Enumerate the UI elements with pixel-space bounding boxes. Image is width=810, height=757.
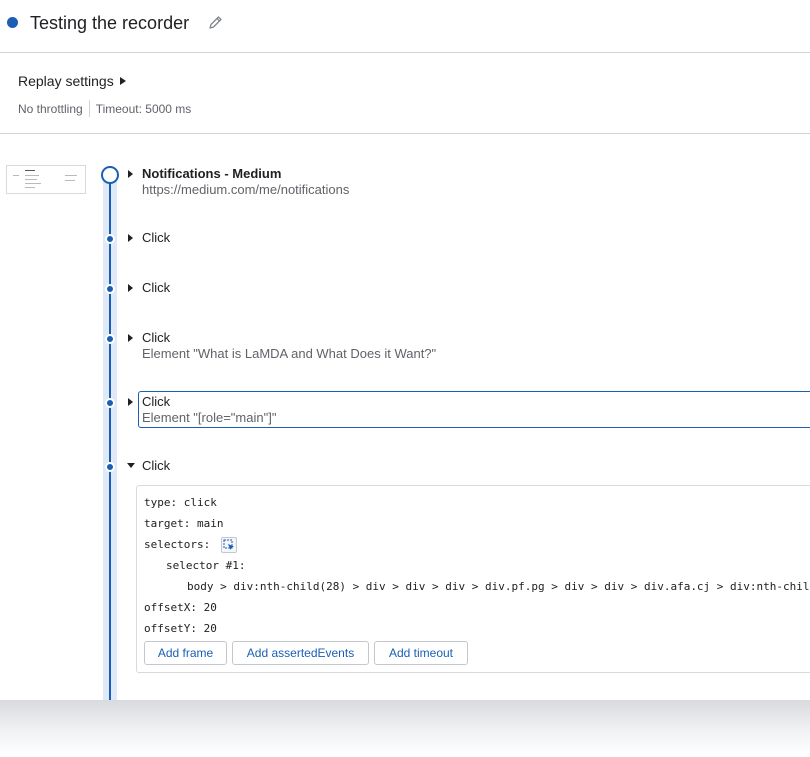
step-url: https://medium.com/me/notifications <box>142 182 350 197</box>
timeline-line <box>109 180 111 700</box>
offset-y-line[interactable]: offsetY: 20 <box>144 622 217 635</box>
step-title[interactable]: Click <box>142 394 170 409</box>
window-shadow <box>0 700 810 757</box>
step-element: Element "[role="main"]" <box>142 410 277 425</box>
triangle-right-icon <box>119 77 126 85</box>
recording-title: Testing the recorder <box>30 13 190 33</box>
add-asserted-events-button[interactable]: Add assertedEvents <box>232 641 369 665</box>
navigation-step-marker <box>101 166 119 184</box>
step-type-line[interactable]: type: click <box>144 496 217 509</box>
step-title[interactable]: Click <box>142 330 170 345</box>
throttling-value[interactable]: No throttling <box>18 102 83 116</box>
step-title[interactable]: Click <box>142 458 170 473</box>
timeout-value[interactable]: Timeout: 5000 ms <box>96 102 192 116</box>
step-marker <box>105 234 115 244</box>
replay-settings-section: Replay settings No throttling Timeout: 50… <box>0 53 810 134</box>
step-target-line[interactable]: target: main <box>144 517 223 530</box>
step-marker <box>105 284 115 294</box>
page-thumbnail <box>6 165 86 194</box>
recording-header: Testing the recorder <box>0 0 810 53</box>
expand-step-icon[interactable] <box>128 398 133 406</box>
expand-step-icon[interactable] <box>128 284 133 292</box>
replay-settings-toggle[interactable]: Replay settings <box>18 73 126 89</box>
step-title[interactable]: Notifications - Medium <box>142 166 281 181</box>
add-frame-button[interactable]: Add frame <box>144 641 227 665</box>
collapse-step-icon[interactable] <box>127 463 135 468</box>
recorder-panel: Testing the recorder Replay settings No … <box>0 0 810 700</box>
replay-settings-summary: No throttling Timeout: 5000 ms <box>18 100 191 117</box>
step-element: Element "What is LaMDA and What Does it … <box>142 346 437 361</box>
expand-step-icon[interactable] <box>128 170 133 178</box>
step-title[interactable]: Click <box>142 280 170 295</box>
select-element-icon[interactable] <box>221 537 237 553</box>
offset-x-line[interactable]: offsetX: 20 <box>144 601 217 614</box>
step-marker <box>105 334 115 344</box>
step-title[interactable]: Click <box>142 230 170 245</box>
expand-step-icon[interactable] <box>128 334 133 342</box>
step-marker <box>105 398 115 408</box>
selector-label: selector #1: <box>166 559 246 572</box>
expand-step-icon[interactable] <box>128 234 133 242</box>
recording-status-dot <box>7 17 18 28</box>
add-timeout-button[interactable]: Add timeout <box>374 641 468 665</box>
divider <box>88 100 90 117</box>
selector-value[interactable]: body > div:nth-child(28) > div > div > d… <box>187 580 810 593</box>
step-selectors-line: selectors: <box>144 538 211 551</box>
replay-settings-label: Replay settings <box>18 73 114 89</box>
step-marker <box>105 462 115 472</box>
pencil-icon[interactable] <box>207 14 224 31</box>
